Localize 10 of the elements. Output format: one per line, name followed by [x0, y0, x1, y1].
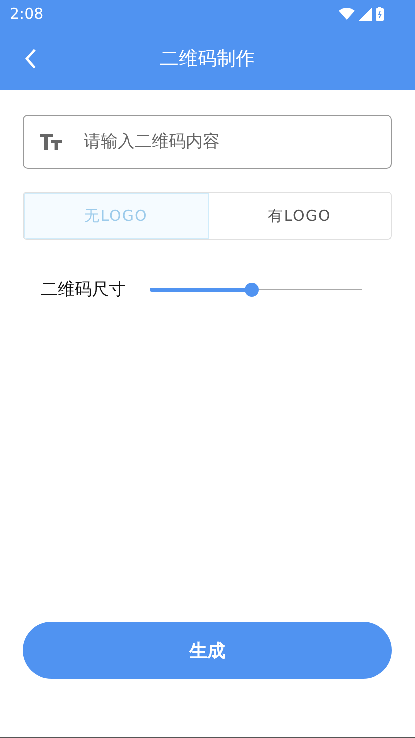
- signal-icon: [359, 8, 372, 20]
- generate-button[interactable]: 生成: [23, 622, 392, 679]
- wifi-icon: [339, 8, 355, 20]
- logo-option-tab[interactable]: 无LOGO: [24, 193, 208, 239]
- battery-icon: [376, 7, 384, 21]
- content-input-field[interactable]: 请输入二维码内容: [23, 115, 392, 169]
- status-time: 2:08: [10, 5, 44, 23]
- chevron-left-icon: [24, 48, 38, 70]
- page-title: 二维码制作: [160, 47, 255, 72]
- size-label: 二维码尺寸: [41, 279, 126, 301]
